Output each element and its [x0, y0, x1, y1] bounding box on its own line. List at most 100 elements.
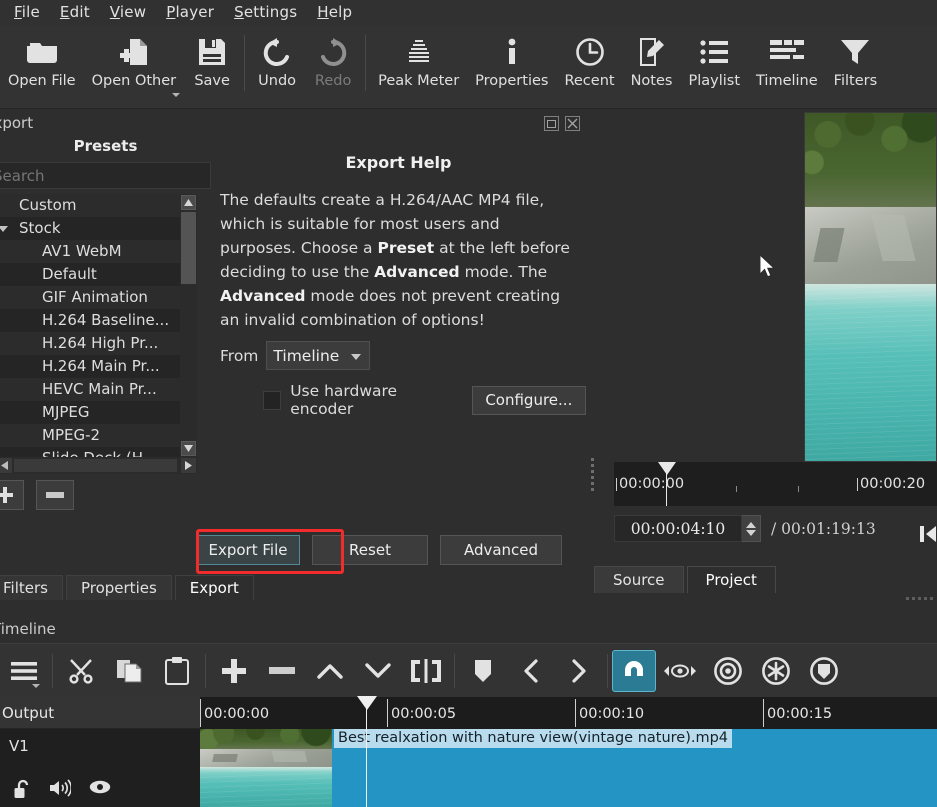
- ripple-delete-button[interactable]: [258, 648, 306, 694]
- preset-item[interactable]: H.264 High Pr...: [0, 332, 197, 355]
- add-preset-button[interactable]: [0, 480, 24, 510]
- timeline-ruler[interactable]: 00:00:00 00:00:05 00:00:10 00:00:15: [200, 697, 937, 729]
- eye-icon[interactable]: [89, 779, 111, 803]
- chevron-down-icon[interactable]: [32, 683, 40, 688]
- recent-button[interactable]: Recent: [556, 25, 622, 103]
- advanced-button[interactable]: Advanced: [440, 535, 562, 565]
- hscrollbar-track[interactable]: [14, 459, 177, 472]
- open-file-button[interactable]: Open File: [0, 25, 84, 103]
- preset-label: Default: [42, 265, 97, 283]
- ruler-label: 00:00:10: [579, 706, 645, 722]
- current-position-field[interactable]: 00:00:04:10: [614, 515, 742, 542]
- help-text-part3: mode. The: [459, 263, 548, 281]
- close-panel-icon[interactable]: [565, 116, 580, 131]
- from-dropdown[interactable]: Timeline: [266, 341, 371, 370]
- scroll-up-icon[interactable]: [181, 195, 196, 210]
- tab-properties[interactable]: Properties: [65, 575, 172, 600]
- presets-horizontal-scrollbar[interactable]: [0, 457, 197, 474]
- save-button[interactable]: Save: [184, 25, 240, 103]
- notes-button[interactable]: Notes: [623, 25, 681, 103]
- cut-button[interactable]: [57, 648, 105, 694]
- overwrite-button[interactable]: [354, 648, 402, 694]
- toggle-snapping-button[interactable]: [612, 649, 656, 692]
- chevron-down-icon[interactable]: [0, 226, 8, 232]
- previous-marker-button[interactable]: [507, 648, 555, 694]
- timeline-tracks-area[interactable]: Best realxation with nature view(vintage…: [200, 729, 937, 807]
- preset-item[interactable]: Slide Deck (H....: [0, 447, 197, 457]
- split-button[interactable]: [402, 648, 450, 694]
- ripple-markers-button[interactable]: [800, 648, 848, 694]
- timeline-menu-button[interactable]: [0, 648, 48, 694]
- ripple-button[interactable]: [704, 648, 752, 694]
- tab-filters[interactable]: Filters: [0, 575, 63, 600]
- preset-item[interactable]: MPEG-2: [0, 424, 197, 447]
- menu-item-player[interactable]: Player: [156, 1, 224, 24]
- menu-item-view[interactable]: View: [100, 1, 156, 24]
- tab-source[interactable]: Source: [594, 566, 684, 593]
- position-stepper[interactable]: [742, 515, 761, 542]
- scroll-down-icon[interactable]: [181, 441, 196, 456]
- scroll-right-icon[interactable]: [181, 458, 196, 473]
- video-preview[interactable]: [804, 112, 937, 462]
- filters-label: Filters: [833, 73, 878, 89]
- tab-project[interactable]: Project: [686, 566, 776, 593]
- tab-export[interactable]: Export: [174, 575, 254, 600]
- paste-button[interactable]: [153, 648, 201, 694]
- preset-label: AV1 WebM: [42, 242, 122, 260]
- ripple-all-tracks-button[interactable]: [752, 648, 800, 694]
- preset-item-custom[interactable]: Custom: [0, 194, 197, 217]
- timeline-clip[interactable]: Best realxation with nature view(vintage…: [200, 729, 937, 807]
- properties-button[interactable]: Properties: [467, 25, 556, 103]
- preset-item[interactable]: H.264 Main Pr...: [0, 355, 197, 378]
- remove-preset-button[interactable]: [36, 480, 74, 510]
- scroll-left-icon[interactable]: [0, 458, 12, 473]
- menu-item-settings[interactable]: Settings: [224, 1, 307, 24]
- menu-item-edit[interactable]: Edit: [50, 1, 100, 24]
- scrollbar-thumb[interactable]: [181, 212, 196, 284]
- append-button[interactable]: [210, 648, 258, 694]
- timeline-playhead-handle[interactable]: [357, 696, 377, 710]
- timeline-output-header[interactable]: Output: [0, 697, 200, 729]
- player-resize-grip[interactable]: [906, 597, 933, 600]
- preset-item-stock[interactable]: Stock: [0, 217, 197, 240]
- timeline-button[interactable]: Timeline: [748, 25, 826, 103]
- stepper-up-icon[interactable]: [746, 521, 756, 528]
- search-input[interactable]: [0, 162, 211, 189]
- unlocked-padlock-icon[interactable]: [14, 779, 31, 803]
- open-other-button[interactable]: Open Other: [84, 25, 185, 103]
- presets-list[interactable]: Custom Stock AV1 WebM Default GIF Animat…: [0, 194, 197, 457]
- timeline-track-v1[interactable]: V1: [0, 729, 200, 807]
- marker-button[interactable]: [459, 648, 507, 694]
- presets-vertical-scrollbar[interactable]: [180, 194, 197, 457]
- playlist-button[interactable]: Playlist: [680, 25, 748, 103]
- preset-item[interactable]: H.264 Baseline...: [0, 309, 197, 332]
- ruler-label: 00:00:15: [767, 706, 833, 722]
- preset-item[interactable]: HEVC Main Pr...: [0, 378, 197, 401]
- export-file-button[interactable]: Export File: [196, 535, 300, 565]
- preset-item[interactable]: AV1 WebM: [0, 240, 197, 263]
- preset-item[interactable]: MJPEG: [0, 401, 197, 424]
- player-playhead-handle[interactable]: [658, 462, 676, 475]
- preset-item[interactable]: GIF Animation: [0, 286, 197, 309]
- next-marker-button[interactable]: [555, 648, 603, 694]
- lift-button[interactable]: [306, 648, 354, 694]
- undo-button[interactable]: Undo: [249, 25, 305, 103]
- float-panel-icon[interactable]: [544, 116, 559, 131]
- peak-meter-button[interactable]: Peak Meter: [370, 25, 467, 103]
- scrub-while-dragging-button[interactable]: [656, 648, 704, 694]
- speaker-icon[interactable]: [49, 779, 73, 803]
- stepper-down-icon[interactable]: [746, 529, 756, 536]
- player-scrub-bar[interactable]: 00:00:00 00:00:20: [614, 462, 937, 506]
- menu-item-help[interactable]: Help: [307, 1, 362, 24]
- chevron-down-icon[interactable]: [172, 93, 181, 97]
- total-duration-label: / 00:01:19:13: [771, 520, 876, 538]
- copy-button[interactable]: [105, 648, 153, 694]
- filters-button[interactable]: Filters: [826, 25, 885, 103]
- preset-item[interactable]: Default: [0, 263, 197, 286]
- use-hardware-encoder-checkbox[interactable]: [263, 390, 282, 410]
- skip-to-start-icon[interactable]: [920, 524, 937, 548]
- reset-button[interactable]: Reset: [312, 535, 428, 565]
- scrub-tick: [736, 486, 737, 492]
- menu-item-file[interactable]: File: [4, 1, 50, 24]
- configure-button[interactable]: Configure...: [471, 385, 586, 415]
